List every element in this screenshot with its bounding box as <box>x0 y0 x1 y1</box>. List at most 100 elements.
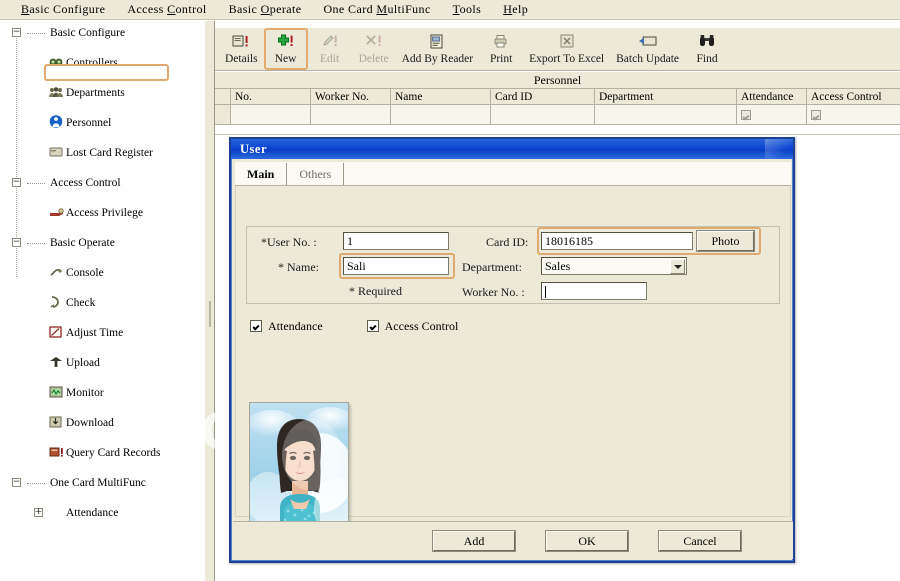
tab-others[interactable]: Others <box>287 163 344 185</box>
menu-item-access-control[interactable]: Access Control <box>116 1 217 19</box>
worker-no-input[interactable] <box>541 282 647 300</box>
grid-column-attendance[interactable]: Attendance <box>737 89 807 104</box>
tree-node-basic-operate[interactable]: − Basic Operate <box>0 235 204 250</box>
grid-row-selector[interactable] <box>215 105 231 124</box>
title-bar-corner-glow <box>765 139 793 159</box>
menu-item-basic-configure[interactable]: Basic Configure <box>10 1 116 19</box>
menu-bar: Basic Configure Access Control Basic Ope… <box>0 0 900 20</box>
pencil-icon <box>319 31 341 51</box>
collapse-icon[interactable]: − <box>12 28 21 37</box>
cell-attendance[interactable] <box>737 105 807 124</box>
toolbar-button-export-to-excel[interactable]: Export To Excel <box>523 28 610 70</box>
menu-item-tools[interactable]: Tools <box>442 1 493 19</box>
menu-item-one-card-multifunc[interactable]: One Card MultiFunc <box>312 1 441 19</box>
attendance-checkbox[interactable] <box>741 110 751 120</box>
tree-node-console[interactable]: Console <box>0 265 204 280</box>
grid-column-access-control[interactable]: Access Control <box>807 89 900 104</box>
chevron-down-icon[interactable] <box>670 259 685 274</box>
tree-node-adjust-time[interactable]: Adjust Time <box>0 325 204 340</box>
tree-node-lost-card-register[interactable]: Lost Card Register <box>0 145 204 160</box>
tree-node-basic-configure[interactable]: − Basic Configure <box>0 25 204 40</box>
department-select[interactable]: Sales <box>541 257 687 275</box>
department-label: Department: <box>462 260 522 275</box>
collapse-icon[interactable]: − <box>12 178 21 187</box>
tree-node-download[interactable]: Download <box>0 415 204 430</box>
grid-column-no[interactable]: No. <box>231 89 311 104</box>
expand-icon[interactable]: + <box>34 508 43 517</box>
tree-node-monitor[interactable]: Monitor <box>0 385 204 400</box>
menu-item-help[interactable]: Help <box>492 1 539 19</box>
toolbar-button-batch-update[interactable]: Batch Update <box>610 28 685 70</box>
tree-node-label: Controllers <box>66 57 118 69</box>
pane-splitter[interactable] <box>204 21 215 581</box>
monitor-icon <box>49 386 63 399</box>
application-window: Basic Configure Access Control Basic Ope… <box>0 0 900 581</box>
toolbar-button-label: New <box>275 53 297 65</box>
toolbar-button-print[interactable]: Print <box>479 28 523 70</box>
name-input[interactable]: Sali <box>343 257 449 275</box>
tree-node-label: Departments <box>66 87 125 99</box>
tree-node-label: Console <box>66 267 104 279</box>
departments-icon <box>49 86 63 99</box>
toolbar-button-label: Add By Reader <box>402 53 474 65</box>
collapse-icon[interactable]: − <box>12 478 21 487</box>
tab-main[interactable]: Main <box>235 163 287 185</box>
menu-item-basic-operate[interactable]: Basic Operate <box>218 1 313 19</box>
dialog-title-bar[interactable]: User <box>231 139 793 159</box>
card-id-input[interactable]: 18016185 <box>541 232 693 250</box>
tree-node-controllers[interactable]: Controllers <box>0 55 204 70</box>
personnel-icon <box>49 115 63 128</box>
access-control-checkbox[interactable] <box>367 320 379 332</box>
collapse-icon[interactable]: − <box>12 238 21 247</box>
user-no-input[interactable]: 1 <box>343 232 449 250</box>
grid-column-name[interactable]: Name <box>391 89 491 104</box>
cell-access-control[interactable] <box>807 105 900 124</box>
toolbar-button-label: Print <box>490 53 512 65</box>
cancel-button[interactable]: Cancel <box>659 531 741 551</box>
tree-node-access-privilege[interactable]: Access Privilege <box>0 205 204 220</box>
toolbar-button-label: Delete <box>359 53 389 65</box>
toolbar-button-add-by-reader[interactable]: Add By Reader <box>396 28 480 70</box>
tree-node-attendance[interactable]: + Attendance <box>0 505 204 520</box>
navigation-tree-pane[interactable]: − Basic Configure Controllers Department… <box>0 21 204 581</box>
tree-node-access-control[interactable]: − Access Control <box>0 175 204 190</box>
table-row[interactable] <box>215 105 900 125</box>
tree-node-label: Personnel <box>66 117 111 129</box>
toolbar: Details New Edit Delete <box>215 27 900 71</box>
department-selected-value: Sales <box>545 259 570 274</box>
ok-button[interactable]: OK <box>546 531 628 551</box>
name-label: * Name: <box>278 260 319 275</box>
delete-icon <box>363 31 385 51</box>
photo-button[interactable]: Photo <box>697 231 754 251</box>
navigation-tree[interactable]: − Basic Configure Controllers Department… <box>0 21 204 280</box>
toolbar-button-new[interactable]: New <box>264 28 308 70</box>
toolbar-button-delete[interactable]: Delete <box>352 28 396 70</box>
grid-column-card-id[interactable]: Card ID <box>491 89 595 104</box>
tree-node-upload[interactable]: Upload <box>0 355 204 370</box>
tree-node-label: Basic Operate <box>50 237 115 249</box>
user-fields-group: *User No. : 1 * Name: Sali * Required Ca… <box>246 226 780 304</box>
attendance-checkbox[interactable] <box>250 320 262 332</box>
add-button[interactable]: Add <box>433 531 515 551</box>
tree-node-departments[interactable]: Departments <box>0 85 204 100</box>
access-control-checkbox[interactable] <box>811 110 821 120</box>
tree-node-query-card-records[interactable]: Query Card Records <box>0 445 204 460</box>
user-photo[interactable] <box>249 402 349 533</box>
tree-node-personnel[interactable]: Personnel <box>0 115 204 130</box>
toolbar-button-edit[interactable]: Edit <box>308 28 352 70</box>
tree-node-label: One Card MultiFunc <box>50 477 146 489</box>
tree-node-one-card-multifunc[interactable]: − One Card MultiFunc <box>0 475 204 490</box>
privilege-icon <box>49 207 63 220</box>
personnel-grid[interactable]: No. Worker No. Name Card ID Department A… <box>215 89 900 134</box>
required-note: * Required <box>349 284 402 299</box>
console-icon <box>49 266 63 279</box>
grid-column-department[interactable]: Department <box>595 89 737 104</box>
tree-node-label: Attendance <box>66 507 118 519</box>
tree-node-check[interactable]: Check <box>0 295 204 310</box>
toolbar-button-details[interactable]: Details <box>219 28 264 70</box>
adjust-time-icon <box>49 326 63 339</box>
grid-column-worker-no[interactable]: Worker No. <box>311 89 391 104</box>
toolbar-button-label: Find <box>697 53 718 65</box>
tree-dash <box>27 183 45 184</box>
toolbar-button-find[interactable]: Find <box>685 28 729 70</box>
